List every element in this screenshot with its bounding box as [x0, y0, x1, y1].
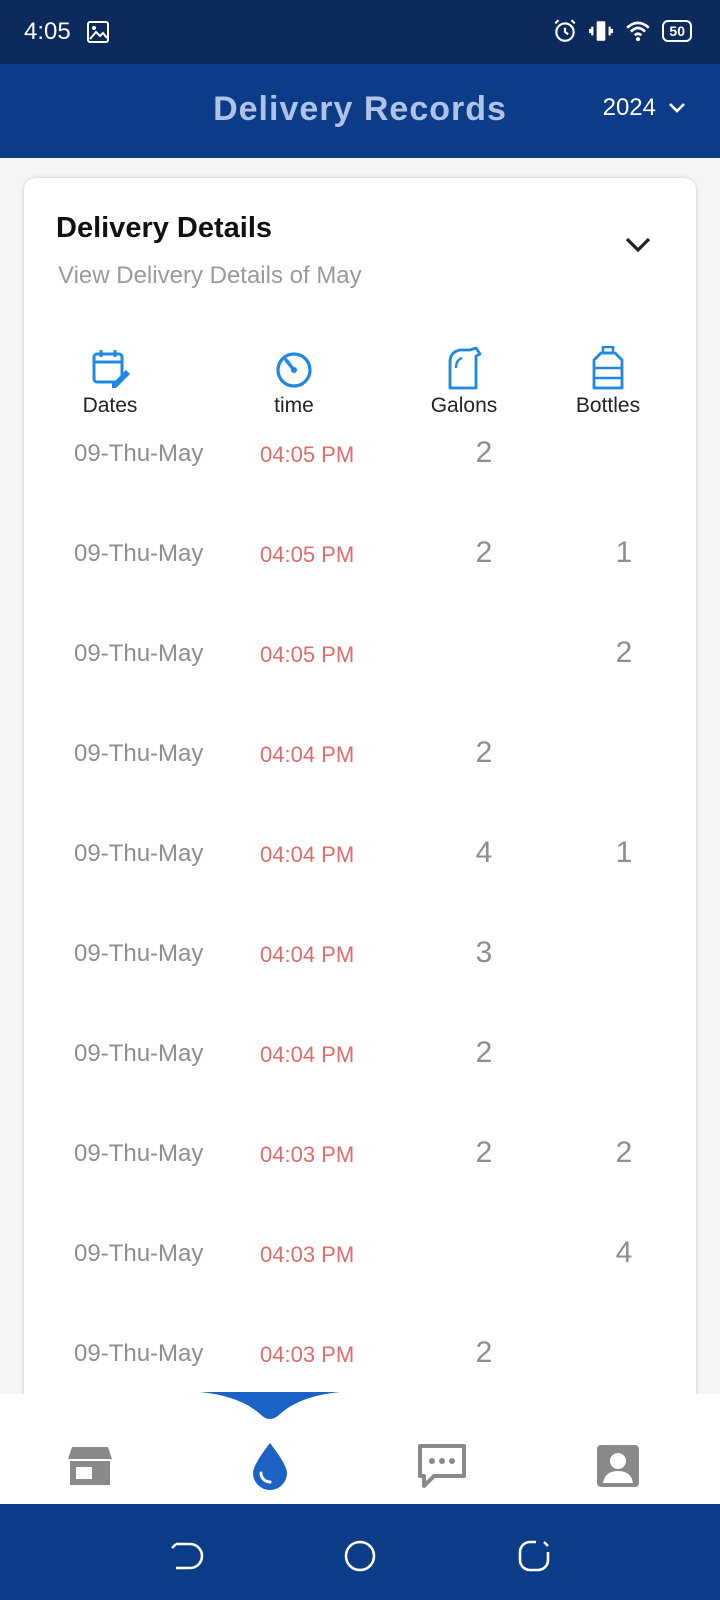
row-time: 04:04 PM: [260, 1042, 355, 1067]
row-galons: 4: [475, 836, 493, 869]
app-bar: Delivery Records 2024: [0, 64, 720, 158]
bottom-nav: [0, 1392, 720, 1504]
row-galons: 3: [475, 936, 493, 969]
back-icon[interactable]: [168, 1538, 204, 1574]
table-row: 09-Thu-May 04:05 PM 2 1: [24, 536, 696, 640]
card-subtitle: View Delivery Details of May: [58, 262, 362, 289]
row-date: 09-Thu-May: [74, 940, 204, 967]
row-date: 09-Thu-May: [74, 1140, 204, 1167]
row-time: 04:04 PM: [260, 842, 355, 867]
table-row: 09-Thu-May 04:04 PM 4 1: [24, 836, 696, 940]
row-date: 09-Thu-May: [74, 440, 204, 467]
column-label: time: [274, 394, 314, 417]
column-label: Bottles: [575, 394, 641, 417]
delivery-list: 09-Thu-May 04:05 PM 2 09-Thu-May 04:05 P…: [24, 436, 696, 1440]
row-date: 09-Thu-May: [74, 1240, 204, 1267]
row-date: 09-Thu-May: [74, 640, 204, 667]
table-row: 09-Thu-May 04:05 PM 2: [24, 636, 696, 740]
table-row: 09-Thu-May 04:04 PM 3: [24, 936, 696, 1040]
row-bottles: 1: [615, 836, 633, 869]
vibrate-icon: [589, 21, 614, 41]
nav-chat[interactable]: [412, 1436, 472, 1496]
home-icon[interactable]: [342, 1538, 378, 1574]
calendar-edit-icon: [92, 350, 130, 388]
table-row: 09-Thu-May 04:05 PM 2: [24, 436, 696, 540]
column-header-galons: Galons: [404, 346, 524, 418]
table-row: 09-Thu-May 04:04 PM 2: [24, 736, 696, 840]
table-row: 09-Thu-May 04:03 PM 2 2: [24, 1136, 696, 1240]
battery-icon: 50: [662, 20, 692, 42]
row-time: 04:05 PM: [260, 542, 355, 567]
row-galons: 2: [475, 736, 493, 769]
row-galons: 2: [475, 1036, 493, 1069]
card-title: Delivery Details: [56, 212, 273, 244]
column-label: Galons: [430, 394, 498, 417]
year-dropdown[interactable]: 2024: [603, 94, 686, 122]
timer-icon: [276, 352, 312, 388]
nav-profile[interactable]: [588, 1436, 648, 1496]
status-bar: 4:05 50: [0, 0, 720, 64]
row-bottles: 2: [615, 1136, 633, 1169]
row-date: 09-Thu-May: [74, 1040, 204, 1067]
row-time: 04:05 PM: [260, 442, 355, 467]
image-icon: [87, 21, 109, 43]
gallon-jug-icon: [448, 346, 482, 390]
water-drop-icon: [253, 1443, 287, 1490]
row-time: 04:04 PM: [260, 942, 355, 967]
water-bottle-icon: [592, 346, 624, 390]
row-date: 09-Thu-May: [74, 1340, 204, 1367]
delivery-details-card: Delivery Details View Delivery Details o…: [24, 178, 696, 1478]
year-value: 2024: [602, 94, 656, 121]
active-tab-indicator: [200, 1392, 340, 1419]
row-time: 04:03 PM: [260, 1142, 355, 1167]
table-row: 09-Thu-May 04:04 PM 2: [24, 1036, 696, 1140]
expand-chevron-icon[interactable]: [624, 236, 652, 254]
row-galons: 2: [475, 436, 493, 469]
system-nav-bar: [0, 1504, 720, 1600]
row-time: 04:04 PM: [260, 742, 355, 767]
nav-water[interactable]: [240, 1436, 300, 1496]
row-bottles: 1: [615, 536, 633, 569]
row-bottles: 2: [615, 636, 633, 669]
row-date: 09-Thu-May: [74, 740, 204, 767]
wifi-icon: [626, 21, 651, 42]
row-galons: 2: [475, 1336, 493, 1369]
column-header-dates: Dates: [50, 346, 170, 418]
alarm-icon: [554, 19, 576, 42]
profile-icon: [597, 1445, 639, 1487]
table-row: 09-Thu-May 04:03 PM 4: [24, 1236, 696, 1340]
row-bottles: 4: [615, 1236, 633, 1269]
status-time: 4:05: [24, 18, 71, 45]
chevron-down-icon: [669, 103, 685, 113]
row-galons: 2: [475, 1136, 493, 1169]
column-label: Dates: [82, 394, 138, 417]
row-time: 04:03 PM: [260, 1242, 355, 1267]
row-time: 04:03 PM: [260, 1342, 355, 1367]
row-date: 09-Thu-May: [74, 540, 204, 567]
row-date: 09-Thu-May: [74, 840, 204, 867]
column-header-time: time: [234, 346, 354, 418]
row-galons: 2: [475, 536, 493, 569]
recents-icon[interactable]: [516, 1538, 552, 1574]
nav-store[interactable]: [60, 1436, 120, 1496]
column-header-bottles: Bottles: [548, 346, 668, 418]
chat-icon: [418, 1444, 466, 1488]
row-time: 04:05 PM: [260, 642, 355, 667]
store-icon: [68, 1447, 112, 1485]
